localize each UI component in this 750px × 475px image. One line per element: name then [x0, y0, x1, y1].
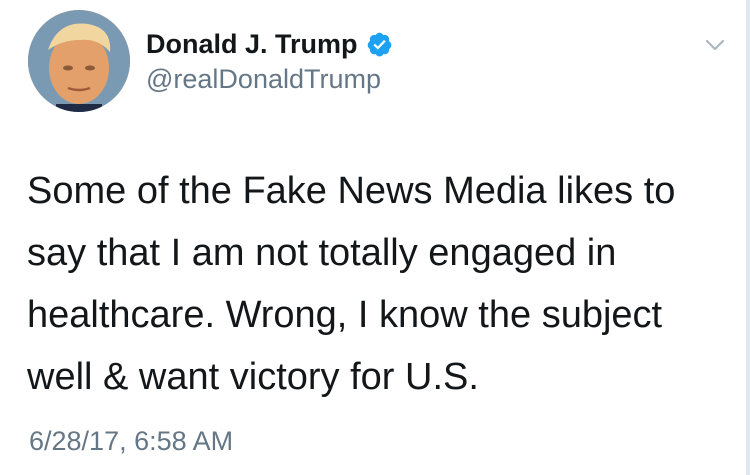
chevron-down-icon[interactable]	[700, 30, 730, 60]
tweet-text-line: Some of the Fake News Media likes to	[27, 170, 676, 212]
tweet-timestamp[interactable]: 6/28/17, 6:58 AM	[29, 424, 233, 458]
tweet-text-line: say that I am not totally engaged in	[27, 232, 617, 274]
display-name[interactable]: Donald J. Trump	[146, 27, 358, 61]
tweet-text-line: well & want victory for U.S.	[27, 356, 479, 398]
tweet-text-line: healthcare. Wrong, I know the subject	[27, 294, 663, 336]
tweet-card: Donald J. Trump @realDonaldTrump Some of…	[0, 0, 750, 475]
avatar-image	[28, 10, 130, 112]
card-edge-divider	[746, 0, 750, 475]
author-name-row: Donald J. Trump	[146, 27, 393, 61]
avatar[interactable]	[28, 10, 130, 112]
author-handle[interactable]: @realDonaldTrump	[146, 62, 381, 96]
verified-badge-icon	[366, 31, 393, 58]
tweet-text: Some of the Fake News Media likes to say…	[27, 160, 739, 408]
